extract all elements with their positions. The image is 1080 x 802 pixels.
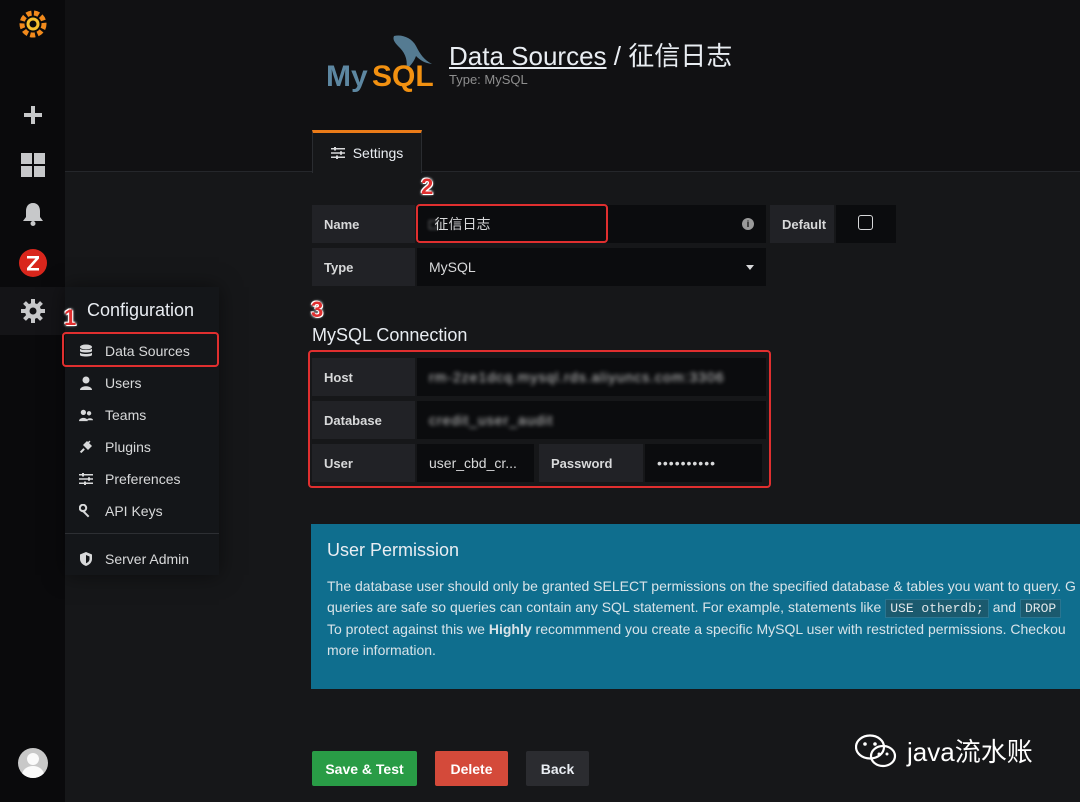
mysql-logo: My SQL	[326, 35, 434, 93]
menu-item-server-admin-label: Server Admin	[105, 551, 190, 567]
annotation-3: 3	[311, 297, 324, 322]
info-line-3a: To protect against this we	[327, 621, 489, 637]
tab-settings[interactable]: Settings	[312, 130, 422, 173]
bell-icon[interactable]	[0, 190, 65, 238]
plug-icon	[79, 440, 93, 454]
zabbix-icon[interactable]	[0, 239, 65, 287]
menu-item-api-keys[interactable]: API Keys	[65, 495, 219, 527]
annotation-1: 1	[64, 305, 77, 330]
grafana-logo-icon[interactable]	[0, 0, 65, 48]
wechat-icon	[855, 733, 897, 767]
gear-icon[interactable]	[0, 287, 65, 335]
sliders-icon	[79, 472, 93, 486]
menu-item-preferences-label: Preferences	[105, 471, 181, 487]
back-button[interactable]: Back	[526, 751, 589, 786]
menu-item-teams[interactable]: Teams	[65, 399, 219, 431]
info-line-4: more information.	[327, 642, 436, 658]
name-highlight	[416, 204, 608, 243]
breadcrumb-data-sources-link[interactable]: Data Sources	[449, 41, 607, 71]
configuration-menu-title: Configuration	[87, 300, 195, 320]
watermark: java流水账	[855, 732, 1033, 769]
type-select[interactable]: MySQL	[417, 248, 766, 286]
plus-icon[interactable]	[0, 91, 65, 139]
annotation-2: 2	[421, 174, 434, 199]
info-icon[interactable]: i	[742, 218, 754, 230]
info-text: The database user should only be granted…	[327, 576, 1080, 661]
user-permission-info: User Permission The database user should…	[311, 524, 1080, 689]
info-line-3: To protect against this we Highly recomm…	[327, 619, 1080, 640]
code-drop: DROP	[1019, 599, 1062, 618]
info-line-2: queries are safe so queries can contain …	[327, 597, 1080, 619]
tab-settings-label: Settings	[352, 145, 404, 161]
save-test-button[interactable]: Save & Test	[312, 751, 417, 786]
configuration-menu: Configuration Data Sources Users Teams P…	[65, 287, 219, 575]
info-line-2b: and	[988, 599, 1020, 615]
menu-item-users[interactable]: Users	[65, 367, 219, 399]
chevron-down-icon	[746, 265, 754, 270]
svg-text:SQL: SQL	[372, 60, 434, 93]
shield-icon	[79, 552, 93, 566]
menu-item-plugins-label: Plugins	[105, 439, 151, 455]
page-title-rest: / 征信日志	[606, 41, 733, 71]
page-subtitle: Type: MySQL	[449, 72, 528, 87]
dashboards-icon[interactable]	[0, 141, 65, 189]
data-sources-highlight	[62, 332, 219, 367]
svg-text:My: My	[326, 60, 368, 93]
menu-item-users-label: Users	[105, 375, 142, 391]
avatar[interactable]	[18, 748, 48, 778]
info-line-2a: queries are safe so queries can contain …	[327, 599, 886, 615]
menu-item-teams-label: Teams	[105, 407, 147, 423]
watermark-text: java流水账	[907, 737, 1033, 767]
info-line-3b: recommmend you create a specific MySQL u…	[531, 621, 1066, 637]
name-label: Name	[312, 205, 415, 243]
page-title: Data Sources / 征信日志	[449, 36, 732, 73]
menu-item-plugins[interactable]: Plugins	[65, 431, 219, 463]
sidebar	[0, 0, 65, 802]
default-label: Default	[770, 205, 834, 243]
menu-item-server-admin[interactable]: Server Admin	[65, 543, 219, 575]
key-icon	[79, 504, 93, 518]
page-header	[65, 0, 1080, 172]
connection-highlight	[308, 350, 771, 488]
delete-button[interactable]: Delete	[435, 751, 508, 786]
section-title: MySQL Connection	[312, 325, 468, 345]
sliders-icon	[330, 147, 345, 159]
info-title: User Permission	[327, 540, 460, 560]
menu-divider	[65, 533, 219, 534]
info-line-1: The database user should only be granted…	[327, 578, 1076, 594]
menu-item-api-keys-label: API Keys	[105, 503, 163, 519]
code-use-otherdb: USE otherdb;	[885, 599, 989, 618]
type-label: Type	[312, 248, 415, 286]
menu-item-preferences[interactable]: Preferences	[65, 463, 219, 495]
info-line-3-bold: Highly	[488, 621, 532, 637]
users-icon	[79, 408, 93, 422]
default-checkbox[interactable]	[858, 215, 873, 230]
type-select-value: MySQL	[429, 259, 476, 275]
user-icon	[79, 376, 93, 390]
